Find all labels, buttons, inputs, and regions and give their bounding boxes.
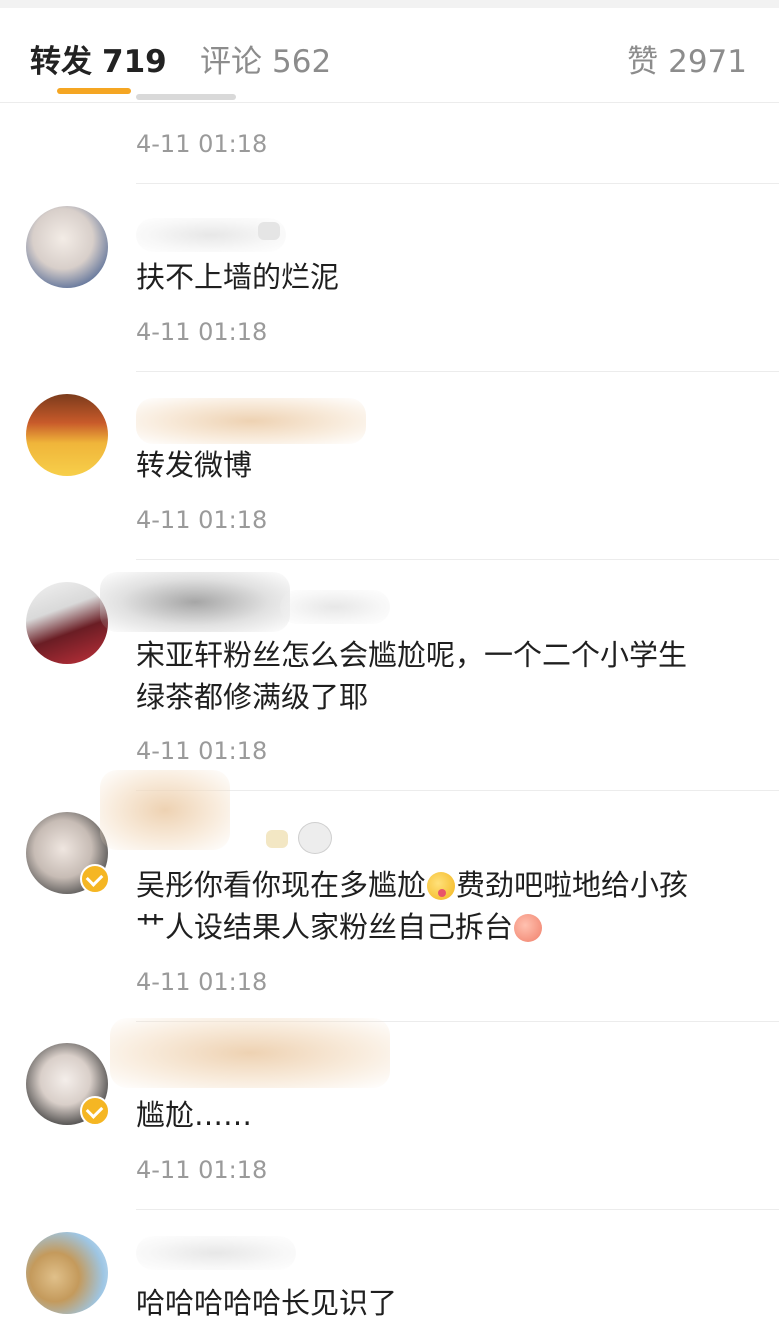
tab-comment[interactable]: 评论 562	[200, 36, 331, 81]
tongue-emoji-icon	[427, 872, 456, 900]
pig-emoji-icon	[514, 914, 543, 942]
tab-repost-label: 转发	[30, 44, 92, 80]
comment-text: 尴尬……	[136, 1098, 253, 1132]
divider	[136, 371, 779, 372]
verified-badge-icon	[80, 1096, 110, 1126]
partial-comment-text	[136, 86, 256, 102]
badge-icon	[266, 830, 288, 848]
panda-icon	[298, 822, 332, 854]
comment-time: 4-11 01:18	[136, 968, 268, 996]
divider	[136, 559, 779, 560]
divider	[136, 790, 779, 791]
comment-text-line2: 绿茶都修满级了耶	[136, 680, 369, 714]
comment-time: 4-11 01:18	[136, 1156, 268, 1184]
username-blurred[interactable]	[136, 1236, 296, 1270]
username-blurred[interactable]	[110, 1018, 390, 1088]
tab-repost[interactable]: 转发 719	[30, 36, 167, 81]
tab-comment-label: 评论	[200, 44, 262, 80]
comment-text: 吴彤你看你现在多尴尬 费劲吧啦地给小孩 艹人设结果人家粉丝自己拆台	[136, 864, 756, 948]
comment-text: 扶不上墙的烂泥	[136, 260, 340, 294]
badge-icon	[258, 222, 280, 240]
username-blurred[interactable]	[100, 770, 230, 850]
tab-like[interactable]: 赞 2971	[627, 36, 747, 81]
comment-time: 4-11 01:18	[136, 130, 268, 158]
username-blurred[interactable]	[100, 572, 290, 632]
avatar[interactable]	[26, 394, 108, 476]
comment-text-line1: 吴彤你看你现在多尴尬 费劲吧啦地给小孩	[136, 868, 689, 902]
comment-time: 4-11 01:18	[136, 506, 268, 534]
tab-like-count: 2971	[668, 44, 747, 80]
avatar[interactable]	[26, 582, 108, 664]
tab-repost-count: 719	[102, 44, 167, 80]
tab-like-label: 赞	[627, 44, 659, 80]
avatar[interactable]	[26, 206, 108, 288]
divider	[136, 1209, 779, 1210]
comment-text-line1: 宋亚轩粉丝怎么会尴尬呢，一个二个小学生	[136, 638, 688, 672]
comment-text-line2: 艹人设结果人家粉丝自己拆台	[136, 906, 756, 948]
verified-badge-icon	[80, 864, 110, 894]
status-strip	[0, 0, 779, 8]
comment-text: 哈哈哈哈哈长见识了	[136, 1286, 398, 1320]
comment-text: 宋亚轩粉丝怎么会尴尬呢，一个二个小学生 绿茶都修满级了耶	[136, 634, 756, 718]
comment-time: 4-11 01:18	[136, 318, 268, 346]
tab-comment-count: 562	[272, 44, 332, 80]
comment-text: 转发微博	[136, 448, 253, 482]
tab-bar: 转发 719 评论 562 赞 2971	[0, 8, 779, 103]
comment-time: 4-11 01:18	[136, 737, 268, 765]
active-tab-indicator	[57, 88, 131, 94]
divider	[136, 183, 779, 184]
username-blurred[interactable]	[136, 398, 366, 444]
username-blurred-tail	[280, 590, 390, 624]
avatar[interactable]	[26, 1232, 108, 1314]
